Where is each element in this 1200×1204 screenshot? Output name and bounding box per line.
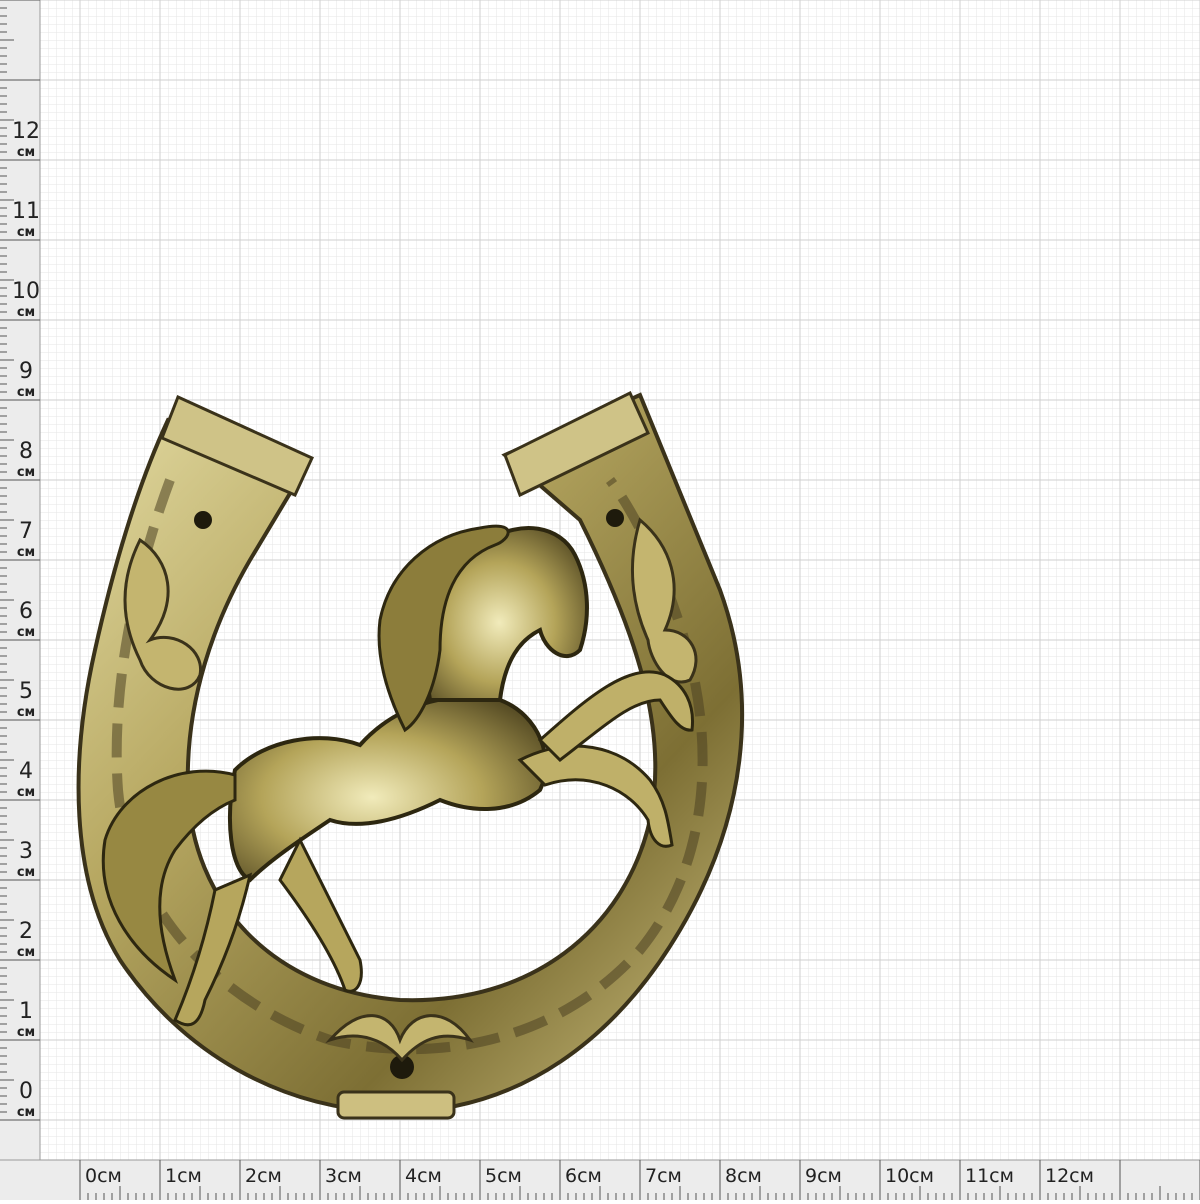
nail-hole-right xyxy=(606,509,624,527)
horizontal-ruler-label: 9см xyxy=(805,1165,842,1187)
horizontal-ruler-label: 5см xyxy=(485,1165,522,1187)
vertical-ruler-number: 1 xyxy=(19,999,33,1024)
nail-hole-left xyxy=(194,511,212,529)
vertical-ruler-number: 6 xyxy=(19,599,33,624)
horizontal-ruler-label: 4см xyxy=(405,1165,442,1187)
vertical-ruler-number: 4 xyxy=(19,759,33,784)
vertical-ruler-number: 3 xyxy=(19,839,33,864)
vertical-ruler-number: 2 xyxy=(19,919,33,944)
vertical-ruler-number: 10 xyxy=(12,279,40,304)
horizontal-ruler-label: 6см xyxy=(565,1165,602,1187)
vertical-ruler-number: 8 xyxy=(19,439,33,464)
vertical-ruler-unit: см xyxy=(17,545,35,560)
vertical-ruler-number: 9 xyxy=(19,359,33,384)
vertical-ruler-unit: см xyxy=(17,785,35,800)
vertical-ruler-unit: см xyxy=(17,305,35,320)
vertical-ruler-unit: см xyxy=(17,865,35,880)
horizontal-ruler-label: 10см xyxy=(885,1165,934,1187)
vertical-ruler: 12см11см10см9см8см7см6см5см4см3см2см1см0… xyxy=(0,0,41,1160)
vertical-ruler-unit: см xyxy=(17,385,35,400)
horizontal-ruler-label: 11см xyxy=(965,1165,1014,1187)
horizontal-ruler-label: 0см xyxy=(85,1165,122,1187)
vertical-ruler-number: 5 xyxy=(19,679,33,704)
vertical-ruler-number: 11 xyxy=(12,199,40,224)
vertical-ruler-unit: см xyxy=(17,625,35,640)
horizontal-ruler-label: 7см xyxy=(645,1165,682,1187)
vertical-ruler-number: 12 xyxy=(12,119,40,144)
toe-cap xyxy=(336,1090,456,1120)
vertical-ruler-unit: см xyxy=(17,225,35,240)
vertical-ruler-unit: см xyxy=(17,1025,35,1040)
horizontal-ruler-label: 8см xyxy=(725,1165,762,1187)
horizontal-ruler-label: 1см xyxy=(165,1165,202,1187)
vertical-ruler-unit: см xyxy=(17,705,35,720)
horizontal-ruler-label: 12см xyxy=(1045,1165,1094,1187)
horizontal-ruler-label: 2см xyxy=(245,1165,282,1187)
horizontal-ruler: 0см 1см 2см 3см 4см 5см 6см 7см 8см 9см 10см 11см 12… xyxy=(0,1159,1200,1200)
vertical-ruler-unit: см xyxy=(17,145,35,160)
vertical-ruler-number: 0 xyxy=(19,1079,33,1104)
vertical-ruler-unit: см xyxy=(17,465,35,480)
vertical-ruler-unit: см xyxy=(17,1105,35,1120)
vertical-ruler-number: 7 xyxy=(19,519,33,544)
vertical-ruler-unit: см xyxy=(17,945,35,960)
horizontal-ruler-label: 3см xyxy=(325,1165,362,1187)
measurement-photo: 12 см 11 см 10 см 9 см 8 см 7 см 6 см 5 см 4 см 3 см 2 см 1 см 0… xyxy=(0,0,1200,1200)
